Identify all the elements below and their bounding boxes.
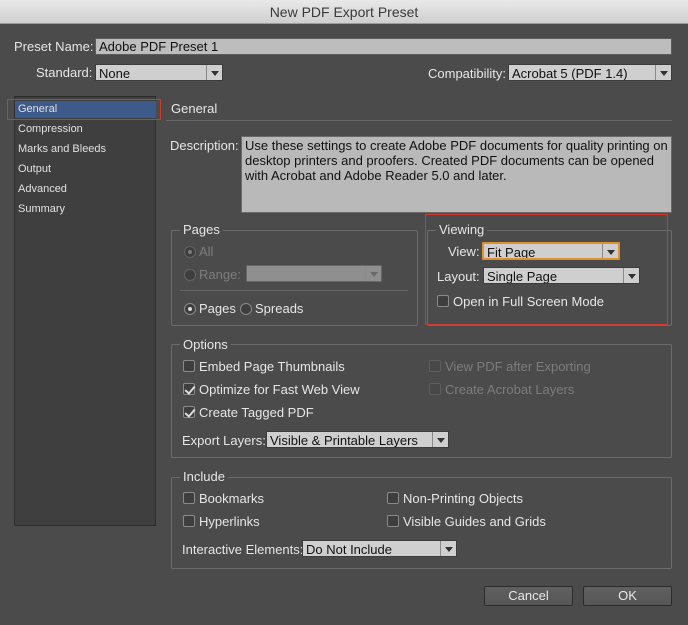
sidebar-item-general[interactable]: General [18, 103, 57, 115]
tagged-pdf-checkbox[interactable] [183, 406, 195, 418]
layout-value: Single Page [487, 269, 558, 284]
all-pages-label: All [199, 244, 214, 259]
standard-label: Standard: [36, 65, 93, 80]
chevron-down-icon [365, 266, 381, 281]
sidebar-item-advanced[interactable]: Advanced [18, 183, 67, 195]
tagged-pdf-label: Create Tagged PDF [199, 405, 314, 420]
window-title: New PDF Export Preset [0, 0, 688, 24]
sidebar-item-summary[interactable]: Summary [18, 203, 65, 215]
nonprinting-checkbox[interactable] [387, 492, 399, 504]
cancel-button[interactable]: Cancel [484, 586, 573, 606]
guides-checkbox[interactable] [387, 515, 399, 527]
compatibility-select[interactable]: Acrobat 5 (PDF 1.4) [508, 64, 672, 81]
standard-value: None [99, 66, 131, 81]
optimize-checkbox[interactable] [183, 383, 195, 395]
export-layers-label: Export Layers: [182, 433, 266, 448]
range-input[interactable] [246, 265, 382, 282]
heading-divider [166, 120, 672, 121]
view-select[interactable]: Fit Page [482, 242, 620, 260]
viewing-title: Viewing [436, 222, 488, 237]
view-after-checkbox[interactable] [429, 360, 441, 372]
range-label: Range: [199, 267, 241, 282]
options-title: Options [180, 337, 231, 352]
layout-label: Layout: [437, 269, 480, 284]
view-value: Fit Page [487, 245, 536, 260]
acrobat-layers-label: Create Acrobat Layers [445, 382, 575, 397]
interactive-label: Interactive Elements: [182, 542, 304, 557]
bookmarks-label: Bookmarks [199, 491, 265, 506]
section-heading: General [171, 101, 218, 116]
fullscreen-checkbox[interactable] [437, 295, 449, 307]
pages-divider [180, 290, 408, 291]
chevron-down-icon [623, 268, 639, 283]
export-layers-select[interactable]: Visible & Printable Layers [266, 431, 449, 448]
layout-select[interactable]: Single Page [483, 267, 640, 284]
bookmarks-checkbox[interactable] [183, 492, 195, 504]
spreads-option-label: Spreads [255, 301, 304, 316]
embed-thumbnails-checkbox[interactable] [183, 360, 195, 372]
all-pages-radio[interactable] [184, 246, 196, 258]
hyperlinks-checkbox[interactable] [183, 515, 195, 527]
sidebar-item-output[interactable]: Output [18, 163, 51, 175]
description-label: Description: [170, 138, 239, 153]
chevron-down-icon [206, 65, 222, 80]
sidebar-item-compression[interactable]: Compression [18, 123, 83, 135]
fullscreen-label: Open in Full Screen Mode [453, 294, 605, 309]
compatibility-label: Compatibility: [428, 66, 507, 81]
guides-label: Visible Guides and Grids [403, 514, 546, 529]
view-label: View: [448, 244, 480, 259]
spreads-radio[interactable] [240, 303, 252, 315]
interactive-value: Do Not Include [306, 542, 392, 557]
dialog: Preset Name: Adobe PDF Preset 1 Standard… [0, 24, 688, 625]
range-radio[interactable] [184, 269, 196, 281]
chevron-down-icon [602, 244, 618, 258]
chevron-down-icon [432, 432, 448, 447]
compatibility-value: Acrobat 5 (PDF 1.4) [512, 66, 628, 81]
sidebar: General Compression Marks and Bleeds Out… [7, 96, 161, 526]
pages-option-label: Pages [199, 301, 236, 316]
chevron-down-icon [655, 65, 671, 80]
chevron-down-icon [440, 541, 456, 556]
pages-radio[interactable] [184, 303, 196, 315]
include-title: Include [180, 469, 228, 484]
preset-name-input[interactable]: Adobe PDF Preset 1 [95, 38, 672, 55]
interactive-select[interactable]: Do Not Include [302, 540, 457, 557]
acrobat-layers-checkbox[interactable] [429, 383, 441, 395]
view-after-label: View PDF after Exporting [445, 359, 591, 374]
optimize-label: Optimize for Fast Web View [199, 382, 360, 397]
sidebar-item-marks-and-bleeds[interactable]: Marks and Bleeds [18, 143, 106, 155]
export-layers-value: Visible & Printable Layers [270, 433, 418, 448]
pages-title: Pages [180, 222, 223, 237]
embed-thumbnails-label: Embed Page Thumbnails [199, 359, 345, 374]
nonprinting-label: Non-Printing Objects [403, 491, 523, 506]
hyperlinks-label: Hyperlinks [199, 514, 260, 529]
ok-button[interactable]: OK [583, 586, 672, 606]
standard-select[interactable]: None [95, 64, 223, 81]
description-text: Use these settings to create Adobe PDF d… [241, 136, 672, 213]
preset-name-label: Preset Name: [14, 39, 94, 54]
